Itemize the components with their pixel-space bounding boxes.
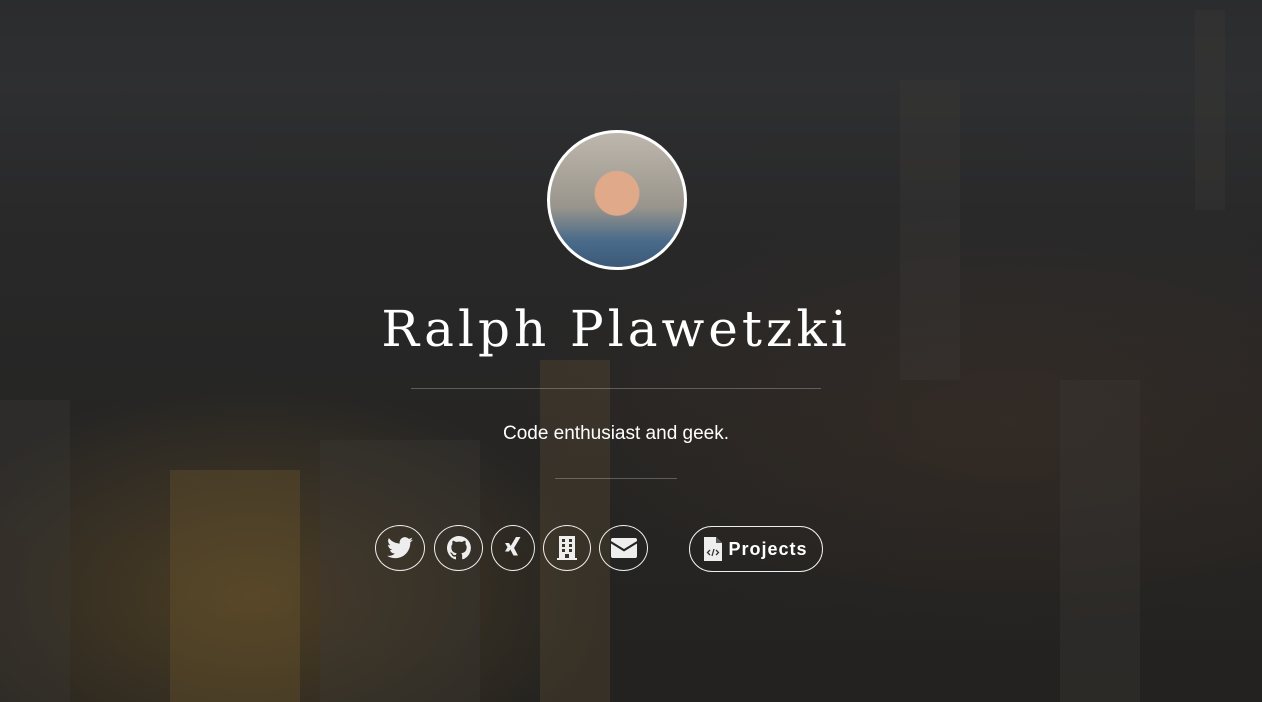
tagline: Code enthusiast and geek. [502, 423, 730, 444]
xing-button[interactable] [491, 525, 535, 571]
divider [555, 478, 677, 479]
company-button[interactable] [543, 525, 591, 571]
github-button[interactable] [434, 525, 483, 571]
email-button[interactable] [599, 525, 648, 571]
page-title: Ralph Plawetzki [381, 300, 851, 358]
building-icon [557, 536, 577, 560]
projects-button[interactable]: Projects [689, 526, 823, 572]
xing-icon [505, 537, 521, 556]
twitter-button[interactable] [375, 525, 425, 571]
twitter-icon [387, 537, 413, 559]
envelope-icon [610, 538, 637, 558]
avatar [547, 130, 687, 270]
file-code-icon [704, 537, 723, 561]
divider [411, 388, 821, 389]
github-icon [446, 536, 471, 560]
projects-label: Projects [728, 538, 808, 559]
